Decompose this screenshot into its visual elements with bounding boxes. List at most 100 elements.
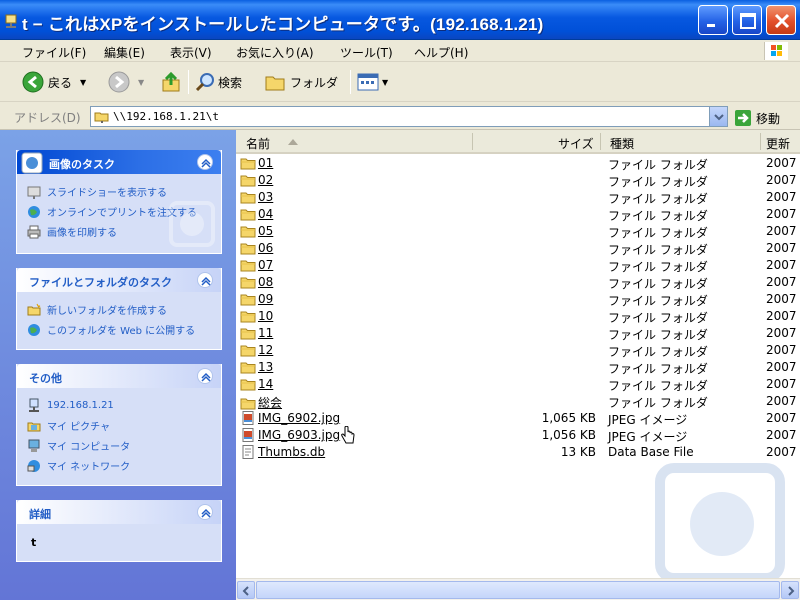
other-place-my-computer[interactable]: マイ コンピュータ: [27, 438, 130, 453]
file-name-cell[interactable]: IMG_6903.jpg: [240, 428, 340, 442]
chevron-down-icon[interactable]: ▼: [80, 78, 86, 87]
my-computer-icon: [28, 439, 40, 452]
file-name[interactable]: 14: [258, 377, 273, 391]
file-name-cell[interactable]: 総会: [240, 394, 282, 411]
file-row[interactable]: 07 ファイル フォルダ 2007: [236, 257, 800, 274]
scroll-left-button[interactable]: [237, 581, 255, 599]
file-name-cell[interactable]: 04: [240, 207, 273, 221]
file-name-cell[interactable]: 06: [240, 241, 273, 255]
horizontal-scrollbar[interactable]: [236, 578, 800, 600]
file-name[interactable]: 11: [258, 326, 273, 340]
forward-button[interactable]: ▼: [108, 70, 144, 94]
column-header-type[interactable]: 種類: [610, 135, 634, 152]
file-row[interactable]: 02 ファイル フォルダ 2007: [236, 172, 800, 189]
file-name-cell[interactable]: 05: [240, 224, 273, 238]
file-name-cell[interactable]: 11: [240, 326, 273, 340]
file-row[interactable]: 10 ファイル フォルダ 2007: [236, 308, 800, 325]
close-button[interactable]: [766, 5, 796, 35]
maximize-button[interactable]: [732, 5, 762, 35]
file-row[interactable]: 13 ファイル フォルダ 2007: [236, 359, 800, 376]
scrollbar-thumb[interactable]: [256, 581, 780, 599]
column-header-name[interactable]: 名前: [246, 135, 270, 152]
file-name-cell[interactable]: 09: [240, 292, 273, 306]
file-row[interactable]: 05 ファイル フォルダ 2007: [236, 223, 800, 240]
column-header-date[interactable]: 更新: [766, 135, 790, 152]
publish-web-link[interactable]: このフォルダを Web に公開する: [27, 322, 195, 337]
address-input[interactable]: \\192.168.1.21\t: [90, 106, 728, 127]
new-folder-link[interactable]: 新しいフォルダを作成する: [27, 302, 167, 317]
file-row[interactable]: IMG_6903.jpg 1,056 KB JPEG イメージ 2007: [236, 427, 800, 444]
file-name[interactable]: 12: [258, 343, 273, 357]
file-row[interactable]: 08 ファイル フォルダ 2007: [236, 274, 800, 291]
menu-tools[interactable]: ツール(T): [340, 44, 393, 61]
file-name[interactable]: 総会: [258, 394, 282, 411]
file-folder-tasks-header[interactable]: ファイルとフォルダのタスク: [17, 268, 221, 292]
details-header[interactable]: 詳細: [17, 500, 221, 524]
views-button[interactable]: ▼: [356, 70, 388, 94]
file-row[interactable]: 01 ファイル フォルダ 2007: [236, 155, 800, 172]
file-row[interactable]: 03 ファイル フォルダ 2007: [236, 189, 800, 206]
minimize-button[interactable]: [698, 5, 728, 35]
go-button[interactable]: 移動: [734, 108, 780, 128]
other-places-header[interactable]: その他: [17, 364, 221, 388]
file-name-cell[interactable]: IMG_6902.jpg: [240, 411, 340, 425]
address-dropdown[interactable]: [709, 107, 727, 126]
menu-edit[interactable]: 編集(E): [104, 44, 145, 61]
file-row[interactable]: 09 ファイル フォルダ 2007: [236, 291, 800, 308]
column-header-size[interactable]: サイズ: [558, 135, 594, 152]
back-button[interactable]: 戻る ▼: [22, 70, 86, 94]
file-name-cell[interactable]: 02: [240, 173, 273, 187]
file-name[interactable]: 05: [258, 224, 273, 238]
folders-button[interactable]: フォルダ: [264, 70, 338, 94]
file-row[interactable]: 11 ファイル フォルダ 2007: [236, 325, 800, 342]
file-name[interactable]: 08: [258, 275, 273, 289]
file-row[interactable]: 12 ファイル フォルダ 2007: [236, 342, 800, 359]
file-name[interactable]: IMG_6902.jpg: [258, 411, 340, 425]
chevron-down-icon[interactable]: ▼: [138, 78, 144, 87]
file-name-cell[interactable]: 12: [240, 343, 273, 357]
file-row[interactable]: 04 ファイル フォルダ 2007: [236, 206, 800, 223]
file-name[interactable]: 13: [258, 360, 273, 374]
file-name[interactable]: 02: [258, 173, 273, 187]
collapse-file-tasks-button[interactable]: [197, 272, 213, 288]
collapse-picture-tasks-button[interactable]: [197, 154, 213, 170]
file-name[interactable]: 03: [258, 190, 273, 204]
file-name-cell[interactable]: 08: [240, 275, 273, 289]
file-name-cell[interactable]: 13: [240, 360, 273, 374]
other-place-server[interactable]: 192.168.1.21: [27, 398, 114, 412]
file-name[interactable]: IMG_6903.jpg: [258, 428, 340, 442]
file-row[interactable]: 14 ファイル フォルダ 2007: [236, 376, 800, 393]
file-name-cell[interactable]: 07: [240, 258, 273, 272]
picture-tasks-header[interactable]: 画像のタスク: [17, 150, 221, 174]
file-name[interactable]: 07: [258, 258, 273, 272]
search-button[interactable]: 検索: [194, 70, 242, 94]
file-row[interactable]: IMG_6902.jpg 1,065 KB JPEG イメージ 2007: [236, 410, 800, 427]
collapse-details-button[interactable]: [197, 504, 213, 520]
title-bar[interactable]: t − これはXPをインストールしたコンピュータです。(192.168.1.21…: [0, 0, 800, 40]
file-row[interactable]: 06 ファイル フォルダ 2007: [236, 240, 800, 257]
menu-favorites[interactable]: お気に入り(A): [236, 44, 314, 61]
file-name[interactable]: 10: [258, 309, 273, 323]
file-name[interactable]: 01: [258, 156, 273, 170]
other-place-my-pictures[interactable]: マイ ピクチャ: [27, 418, 110, 433]
print-pictures-link[interactable]: 画像を印刷する: [27, 224, 117, 239]
file-name[interactable]: 06: [258, 241, 273, 255]
menu-view[interactable]: 表示(V): [170, 44, 212, 61]
up-folder-button[interactable]: [160, 70, 182, 94]
menu-file[interactable]: ファイル(F): [22, 44, 86, 61]
file-row[interactable]: 総会 ファイル フォルダ 2007: [236, 393, 800, 410]
chevron-down-icon[interactable]: ▼: [382, 78, 388, 87]
file-name-cell[interactable]: 14: [240, 377, 273, 391]
menu-help[interactable]: ヘルプ(H): [414, 44, 468, 61]
file-name-cell[interactable]: 01: [240, 156, 273, 170]
other-place-my-network[interactable]: マイ ネットワーク: [27, 458, 130, 473]
file-name[interactable]: 09: [258, 292, 273, 306]
collapse-other-places-button[interactable]: [197, 368, 213, 384]
file-name-cell[interactable]: Thumbs.db: [240, 445, 325, 459]
file-name[interactable]: Thumbs.db: [258, 445, 325, 459]
scroll-right-button[interactable]: [781, 581, 799, 599]
file-name-cell[interactable]: 10: [240, 309, 273, 323]
file-name[interactable]: 04: [258, 207, 273, 221]
slideshow-link[interactable]: スライドショーを表示する: [27, 184, 167, 199]
file-name-cell[interactable]: 03: [240, 190, 273, 204]
